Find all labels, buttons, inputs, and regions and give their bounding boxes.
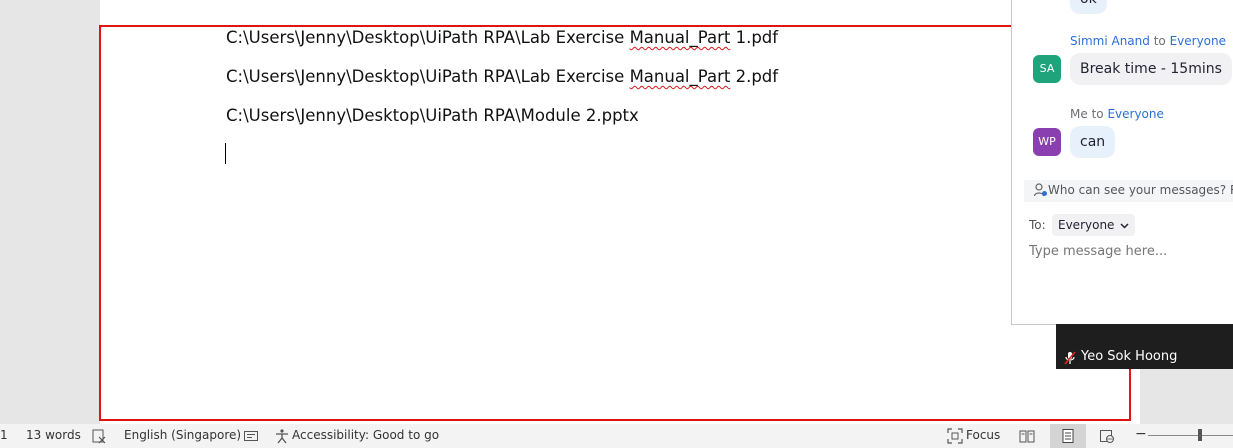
privacy-note[interactable]: Who can see your messages? Re — [1024, 180, 1233, 202]
chat-sender-line: Me to Everyone — [1070, 107, 1164, 121]
chat-to-word: to — [1153, 34, 1166, 48]
doc-line-1[interactable]: C:\Users\Jenny\Desktop\UiPath RPA\Lab Ex… — [226, 28, 778, 47]
zoom-slider[interactable] — [1148, 435, 1233, 436]
participant-name: Yeo Sok Hoong — [1081, 349, 1178, 364]
chat-panel[interactable]: ok Simmi Anand to Everyone SA Break time… — [1011, 0, 1233, 325]
focus-mode-icon[interactable] — [947, 428, 963, 444]
status-bar: 1 13 words English (Singapore) Accessibi… — [0, 424, 1233, 448]
zoom-slider-thumb[interactable] — [1198, 429, 1202, 441]
avatar: SA — [1033, 55, 1061, 83]
mic-muted-icon — [1064, 351, 1076, 365]
text-predictions-icon[interactable] — [243, 428, 259, 444]
recipient-select-value: Everyone — [1058, 218, 1115, 232]
proofing-icon[interactable] — [91, 428, 107, 444]
spelling-flag[interactable]: Manual_Part — [630, 67, 731, 86]
person-info-icon — [1034, 183, 1047, 197]
text-caret — [225, 143, 226, 164]
word-count[interactable]: 13 words — [26, 428, 81, 442]
doc-line-1-text: C:\Users\Jenny\Desktop\UiPath RPA\Lab Ex… — [226, 28, 630, 47]
accessibility-icon[interactable] — [274, 428, 290, 444]
to-label: To: — [1029, 218, 1046, 232]
participant-video-tile[interactable]: Yeo Sok Hoong — [1056, 324, 1233, 369]
chevron-down-icon — [1120, 223, 1129, 229]
language-indicator[interactable]: English (Singapore) — [124, 428, 241, 442]
chat-sender-line: Simmi Anand to Everyone — [1070, 34, 1226, 48]
chat-message[interactable]: can — [1070, 126, 1116, 158]
doc-line-3[interactable]: C:\Users\Jenny\Desktop\UiPath RPA\Module… — [226, 106, 639, 125]
chat-to-word: to — [1091, 107, 1104, 121]
privacy-note-text: Who can see your messages? Re — [1048, 183, 1233, 197]
doc-line-2-text: C:\Users\Jenny\Desktop\UiPath RPA\Lab Ex… — [226, 67, 630, 86]
doc-line-3-text: C:\Users\Jenny\Desktop\UiPath RPA\Module… — [226, 106, 639, 125]
chat-sender-name: Me — [1070, 107, 1088, 121]
print-layout-icon[interactable] — [1060, 428, 1076, 444]
web-layout-icon[interactable] — [1099, 428, 1115, 444]
read-mode-icon[interactable] — [1019, 428, 1035, 444]
chat-bubble-text: ok — [1080, 0, 1097, 7]
focus-button[interactable]: Focus — [966, 428, 1000, 442]
accessibility-status[interactable]: Accessibility: Good to go — [292, 428, 439, 442]
chat-bubble-partial: ok — [1070, 0, 1107, 14]
chat-recipient[interactable]: Everyone — [1107, 107, 1163, 121]
zoom-out-button[interactable]: − — [1135, 426, 1147, 442]
doc-line-2-suffix: 2.pdf — [730, 67, 779, 86]
chat-recipient[interactable]: Everyone — [1170, 34, 1226, 48]
page-number[interactable]: 1 — [0, 428, 8, 442]
recipient-select[interactable]: Everyone — [1052, 214, 1136, 236]
chat-message[interactable]: Break time - 15mins — [1070, 53, 1232, 85]
spelling-flag[interactable]: Manual_Part — [630, 28, 731, 47]
doc-line-2[interactable]: C:\Users\Jenny\Desktop\UiPath RPA\Lab Ex… — [226, 67, 778, 86]
document-page[interactable] — [100, 0, 1140, 424]
avatar: WP — [1033, 128, 1061, 156]
doc-line-1-suffix: 1.pdf — [730, 28, 779, 47]
chat-message-input[interactable] — [1029, 244, 1219, 259]
chat-sender-name[interactable]: Simmi Anand — [1070, 34, 1150, 48]
